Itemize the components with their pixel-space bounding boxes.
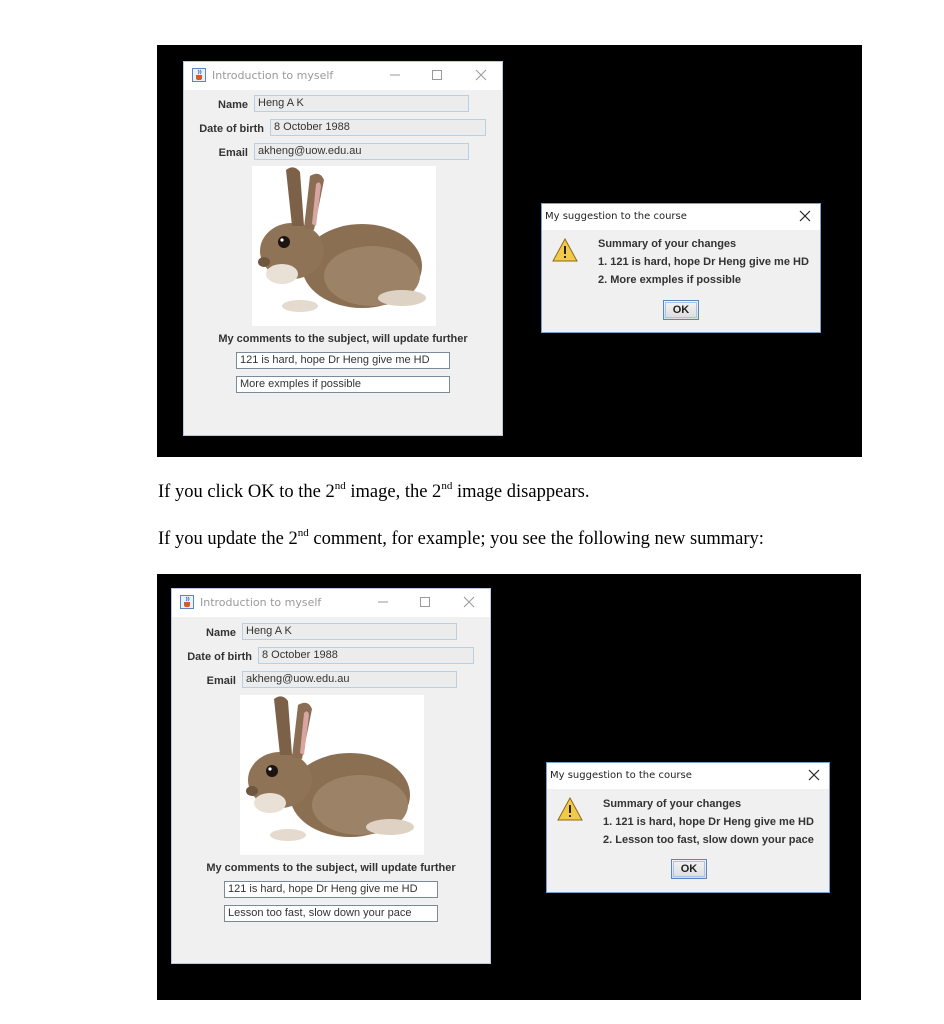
minimize-button[interactable] [384, 65, 406, 85]
window-title: Introduction to myself [212, 69, 334, 82]
email-label: Email [206, 675, 236, 687]
comment2-field[interactable]: Lesson too fast, slow down your pace [224, 905, 438, 922]
rabbit-image [240, 695, 424, 855]
dialog-titlebar: My suggestion to the course [547, 763, 829, 789]
paragraph-2: If you update the 2nd comment, for examp… [158, 527, 764, 550]
window-title: Introduction to myself [200, 596, 322, 609]
intro-window: Introduction to myself Name Heng A K Dat… [171, 588, 491, 964]
comments-label: My comments to the subject, will update … [218, 333, 468, 345]
name-field[interactable]: Heng A K [242, 623, 457, 640]
email-field[interactable]: akheng@uow.edu.au [242, 671, 457, 688]
maximize-button[interactable] [426, 65, 448, 85]
dialog-line-3: 2. More exmples if possible [598, 274, 742, 286]
warning-triangle-icon [557, 797, 583, 821]
minimize-button[interactable] [372, 592, 394, 612]
comment1-field[interactable]: 121 is hard, hope Dr Heng give me HD [224, 881, 438, 898]
rabbit-image [252, 166, 436, 326]
dob-field[interactable]: 8 October 1988 [258, 647, 474, 664]
p1-text-a: If you click OK to the 2 [158, 482, 335, 502]
screenshot-1: Introduction to myself Name Heng A K Dat… [157, 45, 862, 457]
suggestion-dialog: My suggestion to the course Summary of y… [546, 762, 830, 893]
email-field[interactable]: akheng@uow.edu.au [254, 143, 469, 160]
p1-sup-1: nd [334, 480, 346, 492]
ok-button[interactable]: OK [671, 859, 707, 879]
dialog-message: Summary of your changes 1. 121 is hard, … [603, 795, 814, 849]
p2-sup: nd [297, 527, 309, 539]
window-titlebar: Introduction to myself [184, 62, 502, 90]
screenshot-2: Introduction to myself Name Heng A K Dat… [157, 574, 861, 1000]
java-cup-icon [192, 68, 206, 82]
suggestion-dialog: My suggestion to the course Summary of y… [541, 203, 821, 333]
ok-button[interactable]: OK [663, 300, 699, 320]
comment2-field[interactable]: More exmples if possible [236, 376, 450, 393]
dialog-line-2: 1. 121 is hard, hope Dr Heng give me HD [603, 816, 814, 828]
p2-text-a: If you update the 2 [158, 529, 298, 549]
name-label: Name [218, 99, 248, 111]
window-titlebar: Introduction to myself [172, 589, 490, 617]
dob-label: Date of birth [199, 123, 264, 135]
p1-text-b: image, the 2 [345, 482, 442, 502]
name-field[interactable]: Heng A K [254, 95, 469, 112]
comment1-field[interactable]: 121 is hard, hope Dr Heng give me HD [236, 352, 450, 369]
dialog-line-1: Summary of your changes [598, 238, 737, 250]
dialog-line-1: Summary of your changes [603, 798, 742, 810]
java-cup-icon [180, 595, 194, 609]
close-icon[interactable] [798, 209, 812, 223]
close-icon[interactable] [807, 768, 821, 782]
comments-label: My comments to the subject, will update … [206, 862, 456, 874]
p1-text-c: image disappears. [452, 482, 590, 502]
name-label: Name [206, 627, 236, 639]
dialog-line-3: 2. Lesson too fast, slow down your pace [603, 834, 814, 846]
paragraph-1: If you click OK to the 2nd image, the 2n… [158, 480, 590, 503]
email-label: Email [218, 147, 248, 159]
p2-text-b: comment, for example; you see the follow… [308, 529, 764, 549]
dialog-line-2: 1. 121 is hard, hope Dr Heng give me HD [598, 256, 809, 268]
dialog-title: My suggestion to the course [545, 211, 687, 222]
maximize-button[interactable] [414, 592, 436, 612]
dob-field[interactable]: 8 October 1988 [270, 119, 486, 136]
p1-sup-2: nd [441, 480, 453, 492]
close-button[interactable] [458, 592, 480, 612]
close-button[interactable] [470, 65, 492, 85]
dialog-title: My suggestion to the course [550, 770, 692, 781]
dialog-titlebar: My suggestion to the course [542, 204, 820, 230]
warning-triangle-icon [552, 238, 578, 262]
dob-label: Date of birth [187, 651, 252, 663]
intro-window: Introduction to myself Name Heng A K Dat… [183, 61, 503, 436]
dialog-message: Summary of your changes 1. 121 is hard, … [598, 235, 809, 289]
